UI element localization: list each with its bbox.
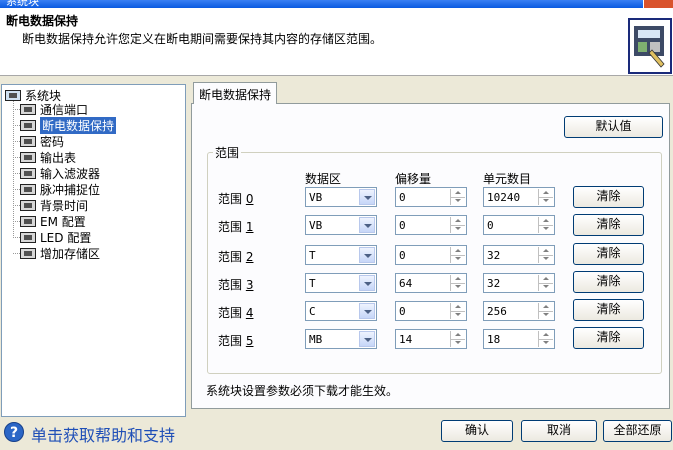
offset-stepper[interactable]: 0 bbox=[395, 301, 467, 321]
tab-retentive-ranges[interactable]: 断电数据保持 bbox=[193, 82, 278, 104]
close-button[interactable] bbox=[643, 0, 673, 8]
chevron-down-icon[interactable] bbox=[359, 189, 375, 205]
module-icon bbox=[20, 167, 36, 179]
count-stepper[interactable]: 32 bbox=[483, 273, 555, 293]
count-stepper[interactable]: 18 bbox=[483, 329, 555, 349]
chevron-down-icon[interactable] bbox=[359, 217, 375, 233]
tree-item-label: 通信端口 bbox=[40, 102, 89, 117]
tree-branch bbox=[13, 173, 20, 174]
module-icon bbox=[20, 231, 36, 243]
tree-branch bbox=[13, 141, 20, 142]
tree-item-label: 背景时间 bbox=[40, 198, 89, 213]
tree-branch bbox=[13, 157, 20, 158]
module-icon bbox=[20, 199, 36, 211]
data-area-select[interactable]: VB bbox=[305, 215, 377, 235]
column-header-offset: 偏移量 bbox=[395, 172, 432, 186]
module-icon bbox=[20, 247, 36, 259]
module-icon bbox=[20, 103, 36, 115]
page-header: 断电数据保持 断电数据保持允许您定义在断电期间需要保持其内容的存储区范围。 bbox=[0, 8, 673, 76]
tree-item-label: LED 配置 bbox=[40, 230, 92, 245]
default-button[interactable]: 默认值 bbox=[564, 116, 663, 138]
ranges-group-title: 范围 bbox=[213, 144, 242, 161]
tree-item-password[interactable]: 密码 bbox=[20, 133, 64, 149]
data-area-select[interactable]: VB bbox=[305, 187, 377, 207]
range-row-label: 范围 4 bbox=[218, 306, 254, 320]
module-icon bbox=[20, 119, 36, 131]
chevron-down-icon[interactable] bbox=[359, 331, 375, 347]
count-stepper[interactable]: 32 bbox=[483, 245, 555, 265]
range-row-label: 范围 0 bbox=[218, 192, 254, 206]
help-icon[interactable]: ? bbox=[4, 422, 24, 442]
tree-branch bbox=[13, 205, 20, 206]
tree-item-label: 输出表 bbox=[40, 150, 77, 165]
tree-item-label: 断电数据保持 bbox=[40, 116, 117, 134]
help-link[interactable]: 单击获取帮助和支持 bbox=[31, 422, 175, 446]
tree-item-retentive-ranges[interactable]: 断电数据保持 bbox=[20, 116, 117, 134]
offset-stepper[interactable]: 0 bbox=[395, 187, 467, 207]
range-row-label: 范围 2 bbox=[218, 250, 254, 264]
tree-item-label: 输入滤波器 bbox=[40, 166, 101, 181]
offset-stepper[interactable]: 0 bbox=[395, 245, 467, 265]
chevron-down-icon[interactable] bbox=[359, 275, 375, 291]
download-note: 系统块设置参数必须下载才能生效。 bbox=[206, 384, 399, 398]
tree-branch bbox=[13, 189, 20, 190]
cancel-button[interactable]: 取消 bbox=[521, 420, 597, 442]
count-stepper[interactable]: 0 bbox=[483, 215, 555, 235]
data-area-select[interactable]: T bbox=[305, 273, 377, 293]
module-icon bbox=[20, 135, 36, 147]
page-description: 断电数据保持允许您定义在断电期间需要保持其内容的存储区范围。 bbox=[22, 32, 383, 46]
tree-item-label: 密码 bbox=[40, 134, 65, 149]
tree-branch bbox=[13, 253, 20, 254]
count-stepper[interactable]: 10240 bbox=[483, 187, 555, 207]
tree-item-input-filter[interactable]: 输入滤波器 bbox=[20, 165, 100, 181]
tree-branch bbox=[13, 237, 20, 238]
tree-item-comm-port[interactable]: 通信端口 bbox=[20, 101, 88, 117]
clear-button[interactable]: 清除 bbox=[573, 271, 644, 293]
tree-branch bbox=[13, 109, 20, 110]
tree-item-extend-memory[interactable]: 增加存储区 bbox=[20, 245, 100, 261]
system-block-icon bbox=[628, 18, 672, 74]
range-row-label: 范围 3 bbox=[218, 278, 254, 292]
config-tree: 系统块 通信端口 断电数据保持 密码 输出表 输入滤波器 脉冲捕捉位 背景时间 … bbox=[1, 84, 186, 417]
clear-button[interactable]: 清除 bbox=[573, 327, 644, 349]
tree-item-background-time[interactable]: 背景时间 bbox=[20, 197, 88, 213]
restore-all-button[interactable]: 全部还原 bbox=[603, 420, 672, 442]
window-titlebar: 系统块 bbox=[0, 0, 673, 8]
offset-stepper[interactable]: 14 bbox=[395, 329, 467, 349]
tree-item-label: 增加存储区 bbox=[40, 246, 101, 261]
clear-button[interactable]: 清除 bbox=[573, 299, 644, 321]
tree-item-em-config[interactable]: EM 配置 bbox=[20, 213, 86, 229]
module-icon bbox=[20, 151, 36, 163]
offset-stepper[interactable]: 0 bbox=[395, 215, 467, 235]
data-area-select[interactable]: T bbox=[305, 245, 377, 265]
count-stepper[interactable]: 256 bbox=[483, 301, 555, 321]
tree-item-pulse-catch[interactable]: 脉冲捕捉位 bbox=[20, 181, 100, 197]
chevron-down-icon[interactable] bbox=[359, 303, 375, 319]
page-title: 断电数据保持 bbox=[6, 14, 79, 28]
clear-button[interactable]: 清除 bbox=[573, 214, 644, 236]
tree-item-output-table[interactable]: 输出表 bbox=[20, 149, 76, 165]
column-header-count: 单元数目 bbox=[483, 172, 532, 186]
column-header-area: 数据区 bbox=[305, 172, 342, 186]
data-area-select[interactable]: C bbox=[305, 301, 377, 321]
tree-connector bbox=[13, 101, 14, 238]
module-icon bbox=[20, 215, 36, 227]
tree-item-label: EM 配置 bbox=[40, 214, 86, 229]
clear-button[interactable]: 清除 bbox=[573, 243, 644, 265]
range-row-label: 范围 5 bbox=[218, 334, 254, 348]
range-row-label: 范围 1 bbox=[218, 220, 254, 234]
ok-button[interactable]: 确认 bbox=[441, 420, 513, 442]
system-block-node-icon bbox=[5, 89, 21, 101]
tree-item-led-config[interactable]: LED 配置 bbox=[20, 229, 91, 245]
chevron-down-icon[interactable] bbox=[359, 247, 375, 263]
tree-branch bbox=[13, 125, 20, 126]
module-icon bbox=[20, 183, 36, 195]
tree-item-label: 脉冲捕捉位 bbox=[40, 182, 101, 197]
clear-button[interactable]: 清除 bbox=[573, 186, 644, 208]
offset-stepper[interactable]: 64 bbox=[395, 273, 467, 293]
tree-branch bbox=[13, 221, 20, 222]
data-area-select[interactable]: MB bbox=[305, 329, 377, 349]
